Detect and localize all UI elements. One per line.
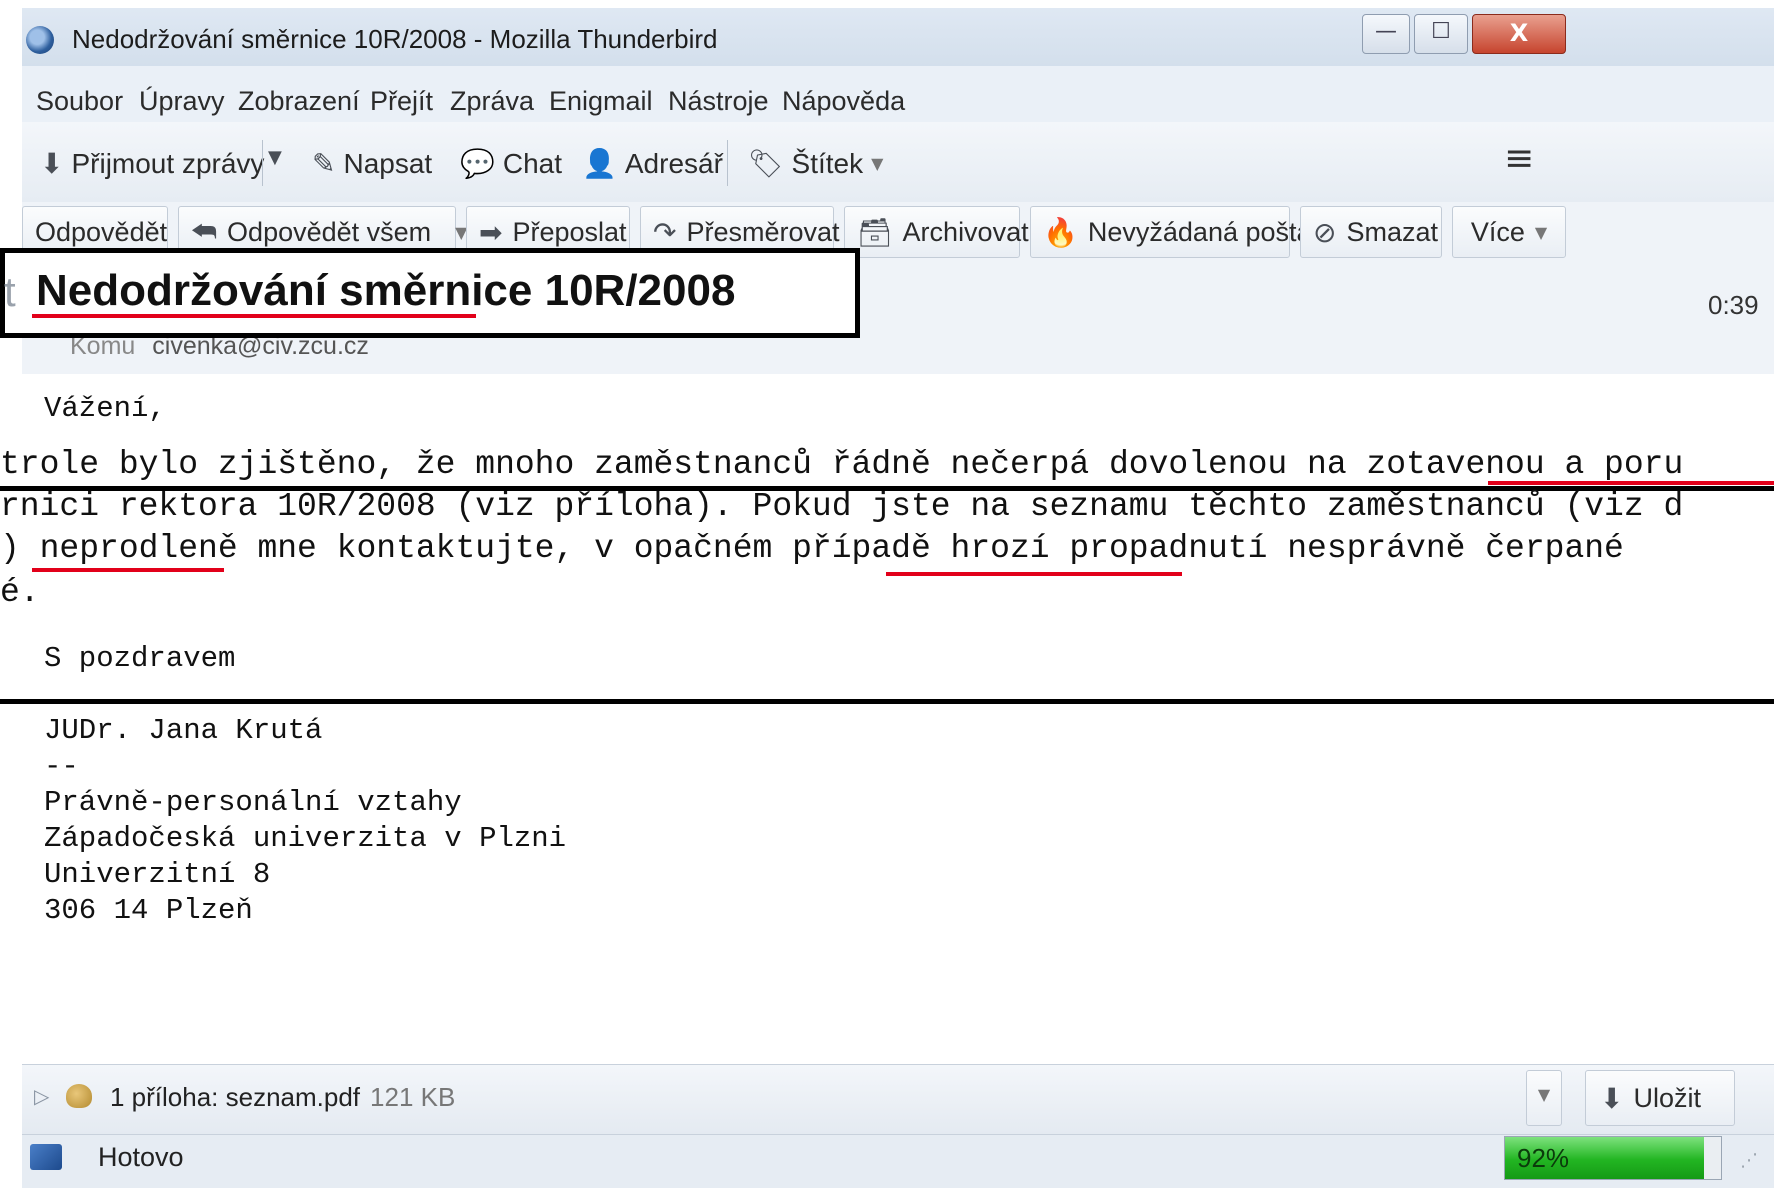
subject-underline: [32, 314, 476, 318]
archive-box-icon: 🗃: [857, 215, 893, 249]
attachment-summary[interactable]: 1 příloha: seznam.pdf 121 KB: [110, 1082, 455, 1113]
delete-button[interactable]: ⊘ Smazat: [1300, 206, 1442, 258]
reply-all-icon: ⮪: [191, 215, 218, 248]
chat-label: Chat: [502, 147, 563, 179]
redirect-arrow-icon: ↷: [653, 215, 677, 249]
thunderbird-logo-icon: [26, 26, 54, 54]
tag-label: Štítek: [791, 147, 864, 179]
get-mail-dropdown[interactable]: ▼: [268, 147, 282, 168]
attachment-paperclip-icon: [66, 1084, 92, 1108]
delete-label: Smazat: [1346, 216, 1439, 247]
forward-arrow-icon: ➡: [479, 215, 503, 249]
close-button[interactable]: X: [1472, 14, 1566, 54]
message-time: 0:39: [1708, 290, 1759, 320]
subject-prefix: t: [4, 268, 16, 315]
save-dropdown-button[interactable]: ▼: [1526, 1070, 1562, 1126]
toolbar-divider: [727, 140, 728, 186]
hamburger-menu-icon: ≡: [1504, 138, 1535, 179]
save-label: Uložit: [1633, 1082, 1701, 1113]
window-title: Nedodržování směrnice 10R/2008 - Mozilla…: [72, 24, 718, 54]
menu-view[interactable]: Zobrazení: [238, 86, 360, 117]
get-mail-label: Přijmout zprávy: [71, 147, 265, 179]
highlight-underline: [32, 568, 224, 572]
message-subject: Nedodržování směrnice 10R/2008: [36, 266, 736, 315]
menu-message[interactable]: Zpráva: [450, 86, 534, 117]
progress-bar: 92%: [1504, 1136, 1722, 1180]
body-line: é.: [0, 574, 40, 611]
toolbar-divider: [262, 140, 263, 186]
network-status-icon: [30, 1144, 62, 1170]
signature-line: Právně-personální vztahy: [44, 786, 462, 819]
tag-icon: 🏷: [748, 147, 784, 180]
junk-button[interactable]: 🔥 Nevyžádaná pošta: [1030, 206, 1312, 258]
body-line: rnici rektora 10R/2008 (viz příloha). Po…: [0, 488, 1684, 525]
archive-button[interactable]: 🗃 Archivovat: [844, 206, 1029, 258]
app-menu-button[interactable]: ≡: [1504, 138, 1534, 179]
forward-label: Přeposlat: [512, 216, 627, 247]
signature-line: 306 14 Plzeň: [44, 894, 253, 927]
signature-line: JUDr. Jana Krutá: [44, 714, 323, 747]
junk-label: Nevyžádaná pošta: [1087, 216, 1312, 247]
status-text: Hotovo: [98, 1142, 184, 1172]
signature-line: --: [44, 750, 79, 783]
chevron-down-icon: ▼: [268, 147, 282, 168]
get-mail-button[interactable]: ⬇ Přijmout zprávy: [40, 147, 264, 180]
prohibited-icon: ⊘: [1313, 215, 1337, 249]
menu-file[interactable]: Soubor: [36, 86, 123, 117]
more-label: Více: [1470, 216, 1525, 247]
chat-button[interactable]: 💬 Chat: [460, 147, 562, 180]
menu-go[interactable]: Přejít: [370, 86, 433, 117]
progress-label: 92%: [1517, 1143, 1570, 1173]
minimize-button[interactable]: —: [1362, 14, 1410, 54]
highlight-underline: [886, 572, 1182, 576]
body-line: trole bylo zjištěno, že mnoho zaměstnanc…: [0, 446, 1684, 483]
attachment-size: 121 KB: [370, 1082, 456, 1112]
highlight-underline: [1488, 481, 1774, 485]
chevron-down-icon: ▼: [1537, 1085, 1551, 1104]
person-icon: 👤: [582, 147, 617, 180]
archive-label: Archivovat: [902, 216, 1029, 247]
address-book-button[interactable]: 👤 Adresář: [582, 147, 723, 180]
address-book-label: Adresář: [624, 147, 723, 179]
signature-line: Univerzitní 8: [44, 858, 271, 891]
maximize-icon: ☐: [1431, 19, 1451, 44]
maximize-button[interactable]: ☐: [1414, 14, 1468, 54]
pencil-icon: ✎: [312, 147, 336, 180]
menu-enigmail[interactable]: Enigmail: [549, 86, 653, 117]
minimize-icon: —: [1375, 19, 1397, 44]
chevron-down-icon: ▼: [1534, 222, 1548, 242]
redirect-label: Přesměrovat: [686, 216, 840, 247]
tag-button[interactable]: 🏷 Štítek ▼: [748, 147, 883, 180]
closing: S pozdravem: [44, 642, 236, 675]
write-label: Napsat: [343, 147, 433, 179]
download-arrow-icon: ⬇: [1600, 1081, 1624, 1115]
write-button[interactable]: ✎ Napsat: [312, 147, 432, 180]
menu-help[interactable]: Nápověda: [782, 86, 905, 117]
menu-tools[interactable]: Nástroje: [668, 86, 769, 117]
signature-line: Západočeská univerzita v Plzni: [44, 822, 567, 855]
reply-all-label: Odpovědět všem: [227, 216, 432, 247]
save-attachment-button[interactable]: ⬇ Uložit: [1585, 1070, 1735, 1126]
chat-bubble-icon: 💬: [460, 147, 495, 180]
close-icon: X: [1509, 19, 1529, 47]
chevron-down-icon: ▼: [871, 154, 884, 173]
attachment-name: 1 příloha: seznam.pdf: [110, 1082, 361, 1112]
flame-icon: 🔥: [1043, 215, 1078, 249]
reply-label: Odpovědět: [35, 216, 168, 247]
resize-grip-icon[interactable]: ⋰: [1740, 1150, 1758, 1171]
more-button[interactable]: Více ▼: [1452, 206, 1566, 258]
download-icon: ⬇: [40, 147, 64, 180]
expand-triangle-icon[interactable]: ▷: [34, 1084, 49, 1108]
greeting: Vážení,: [44, 392, 166, 425]
menu-edit[interactable]: Úpravy: [139, 86, 225, 117]
body-line: ) neprodleně mne kontaktujte, v opačném …: [0, 530, 1624, 567]
